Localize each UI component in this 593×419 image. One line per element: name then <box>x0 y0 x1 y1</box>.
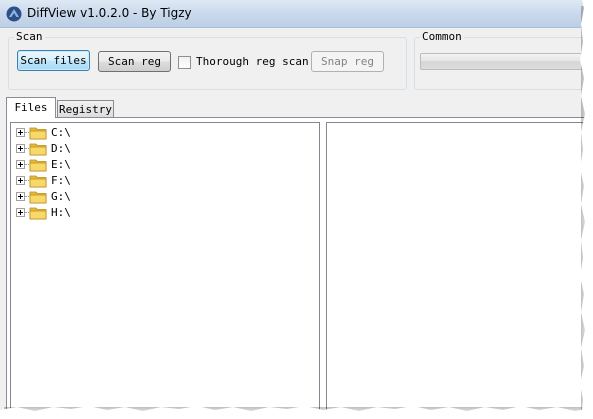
tree-node-label: G:\ <box>51 190 71 203</box>
folder-icon <box>29 175 47 188</box>
expand-icon[interactable] <box>16 208 25 217</box>
expand-icon[interactable] <box>16 192 25 201</box>
tree-node-label: F:\ <box>51 174 71 187</box>
scan-group-label: Scan <box>14 30 45 43</box>
files-tab-panel: C:\ D:\ E:\ F:\ G:\ H:\ <box>6 117 585 410</box>
common-group-label: Common <box>420 30 464 43</box>
window-title: DiffView v1.0.2.0 - By Tigzy <box>27 6 192 20</box>
folder-icon <box>29 191 47 204</box>
scan-group: Scan Scan files Scan reg Thorough reg sc… <box>8 30 407 90</box>
scan-reg-button[interactable]: Scan reg <box>98 51 171 72</box>
torn-edge-bottom <box>0 406 593 419</box>
screenshot-frame: DiffView v1.0.2.0 - By Tigzy Scan Scan f… <box>0 0 585 410</box>
scan-files-button[interactable]: Scan files <box>17 50 90 71</box>
folder-icon <box>29 143 47 156</box>
torn-edge-right <box>580 0 593 419</box>
tree-node-label: C:\ <box>51 126 71 139</box>
expand-icon[interactable] <box>16 128 25 137</box>
folder-icon <box>29 127 47 140</box>
drive-tree[interactable]: C:\ D:\ E:\ F:\ G:\ H:\ <box>10 122 320 410</box>
folder-icon <box>29 207 47 220</box>
expand-icon[interactable] <box>16 176 25 185</box>
tree-node-label: D:\ <box>51 142 71 155</box>
folder-icon <box>29 159 47 172</box>
client-area: Scan Scan files Scan reg Thorough reg sc… <box>0 28 585 410</box>
tab-registry[interactable]: Registry <box>57 100 114 118</box>
thorough-reg-scan-label[interactable]: Thorough reg scan <box>196 55 309 68</box>
expand-icon[interactable] <box>16 160 25 169</box>
title-bar[interactable]: DiffView v1.0.2.0 - By Tigzy <box>0 0 585 28</box>
tree-node-label: H:\ <box>51 206 71 219</box>
progress-bar <box>420 53 585 70</box>
snap-reg-button[interactable]: Snap reg <box>311 51 384 72</box>
expand-icon[interactable] <box>16 144 25 153</box>
common-group: Common <box>414 30 585 90</box>
detail-pane[interactable] <box>326 122 585 410</box>
thorough-reg-scan-checkbox[interactable] <box>178 56 191 69</box>
app-logo-icon <box>6 6 22 22</box>
tree-node-label: E:\ <box>51 158 71 171</box>
tab-files[interactable]: Files <box>6 97 56 118</box>
